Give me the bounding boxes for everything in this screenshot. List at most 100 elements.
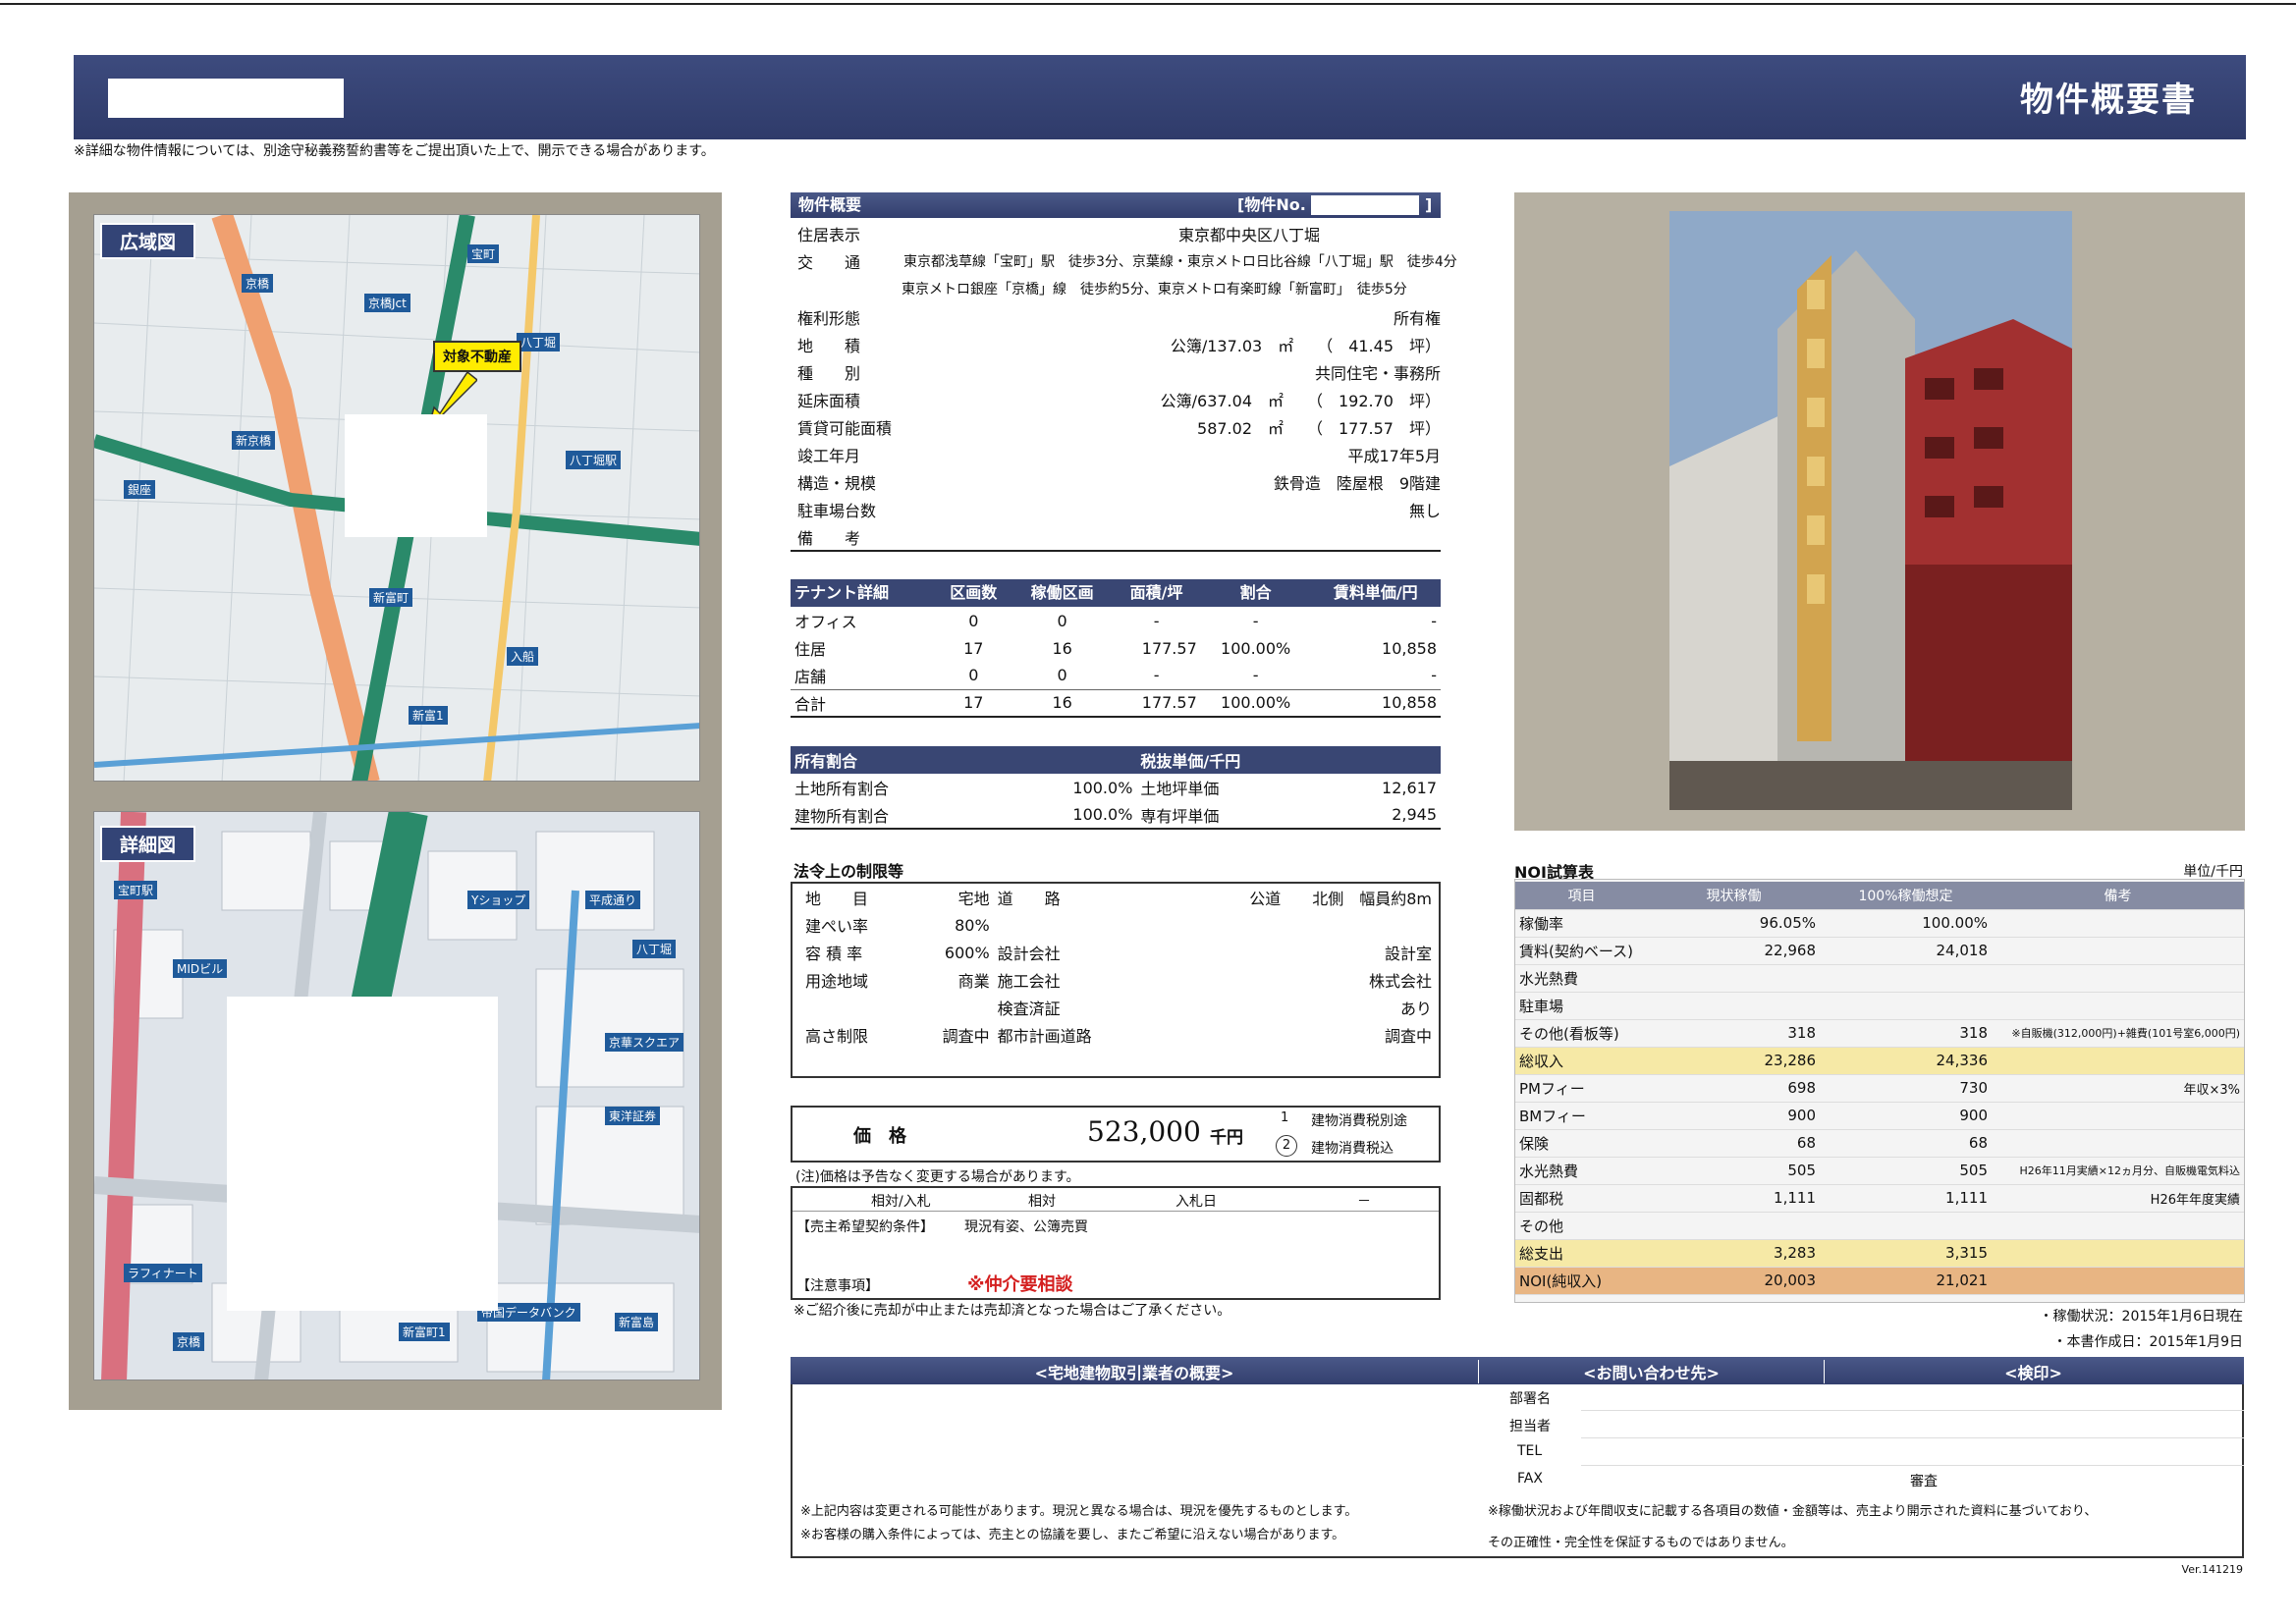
tenant-cell: 0 [968,611,979,630]
legal-cell: 施工会社 [997,972,1061,991]
legal-cell: 建ぺい率 [805,917,869,936]
noi-current: 505 [1648,1157,1820,1185]
table-row: 水光熱費 505 505 H26年11月実績×12ヵ月分、自販機電気料込 [1515,1157,2244,1185]
map-text: 宝町駅 [114,881,158,899]
noi-item: PMフィー [1515,1074,1648,1103]
noi-full: 505 [1820,1157,1992,1185]
noi-item: 稼働率 [1515,909,1648,938]
noi-full: 318 [1820,1019,1992,1048]
noi-current: 900 [1648,1102,1820,1130]
map-text: 八丁堀 [517,333,561,352]
divider [1581,1410,2244,1411]
tenant-cell: 177.57 [1141,693,1197,713]
map-text: 銀座 [124,480,156,499]
table-row: 建ぺい率 80% [797,911,1436,939]
table-row: 水光熱費 [1515,964,2244,993]
overview-value: 鉄骨造 陸屋根 9階建 [1273,474,1441,493]
legal-cell: 公道 北側 幅員約8m [1249,890,1432,908]
map-text: 八丁堀駅 [566,451,622,469]
table-row: PMフィー 698 730 年収×3% [1515,1074,2244,1103]
conditions-box: 相対/入札 相対 入札日 － 【売主希望契約条件】 現況有姿、公簿売買 【注意事… [791,1186,1441,1300]
noi-note: 年収×3% [1992,1074,2244,1103]
ownership-cell: 土地所有割合 [794,780,890,798]
target-property-label: 対象不動産 [433,341,521,372]
seal-heading: <検印> [1824,1360,2242,1383]
table-row: 店舗 0 0 - - - [791,662,1441,689]
noi-note [1992,1239,2244,1268]
tenant-cell: 100.00% [1221,638,1291,658]
noi-note [1992,937,2244,965]
legal-cell: 道 路 [997,890,1061,908]
noi-note: H26年年度実績 [1992,1184,2244,1213]
redacted-area [345,414,487,537]
noi-note [1992,1047,2244,1075]
bid-date-label: 入札日 [1175,1194,1217,1210]
map-text: 八丁堀 [632,940,677,958]
legal-cell: 600% [944,943,990,962]
legal-cell [994,911,1148,939]
tenant-cell: - [1153,666,1160,685]
tenant-cell: 合計 [794,694,827,714]
noi-item: BMフィー [1515,1102,1648,1130]
version-label: Ver.141219 [2181,1563,2243,1576]
bid-date-value: － [1357,1194,1371,1210]
option-number-circled: 2 [1276,1135,1297,1157]
noi-current [1648,992,1820,1020]
tenant-cell: 177.57 [1141,638,1197,658]
overview-header: 物件概要 [物件No. ] [791,192,1441,218]
contact-department-label: 部署名 [1509,1391,1551,1407]
tenant-cell: - [1431,611,1437,630]
tenant-cell: - [1252,611,1259,630]
divider [1581,1437,2244,1438]
map-text: 東洋証券 [605,1107,661,1125]
noi-current: 96.05% [1648,909,1820,938]
legal-cell: 用途地域 [805,972,869,991]
noi-full: 100.00% [1820,909,1992,938]
tenant-header: 区画数 [934,579,1012,607]
noi-item: 総支出 [1515,1239,1648,1268]
legal-table: 地 目 宅地 道 路 公道 北側 幅員約8m 建ぺい率 80% 容 積 率 60… [797,884,1436,1049]
legal-cell: 80% [955,915,990,935]
noi-note [1992,964,2244,993]
noi-item: その他 [1515,1212,1648,1240]
noi-full: 24,336 [1820,1047,1992,1075]
table-row: 保険 68 68 [1515,1129,2244,1158]
table-row: 固都税 1,111 1,111 H26年年度実績 [1515,1184,2244,1213]
overview-label: 地 積 [797,337,861,355]
contact-heading: <お問い合わせ先> [1478,1360,1824,1383]
overview-value: 平成17年5月 [1347,447,1441,465]
map-text: 京橋 [242,274,274,293]
caution-value: ※仲介要相談 [967,1274,1073,1295]
noi-full: 68 [1820,1129,1992,1158]
ownership-table: 所有割合 税抜単価/千円 土地所有割合 100.0% 土地坪単価 12,617 … [791,746,1441,830]
footer-header: <宅地建物取引業者の概要> <お問い合わせ先> <検印> [791,1357,2244,1384]
map-text: 新富1 [409,706,448,725]
table-row: 合計 17 16 177.57 100.00% 10,858 [791,689,1441,717]
tenant-cell: 0 [1057,666,1067,685]
table-row: 総収入 23,286 24,336 [1515,1047,2244,1075]
overview-label: 権利形態 [797,309,861,328]
noi-full: 3,315 [1820,1239,1992,1268]
conditions-note: ※ご紹介後に売却が中止または売却済となった場合はご了承ください。 [793,1303,1231,1319]
table-row: 稼働率 96.05% 100.00% [1515,909,2244,938]
unit-price-header: 税抜単価/千円 [1136,746,1441,774]
footer-note: ※上記内容は変更される可能性があります。現況と異なる場合は、現況を優先するものと… [800,1504,1358,1519]
tenant-cell: 16 [1052,693,1072,713]
overview-label: 住居表示 [797,226,861,244]
noi-full: 1,111 [1820,1184,1992,1213]
tenant-header: 賃料単価/円 [1310,579,1441,607]
tenant-cell: 店舗 [794,667,827,686]
overview-title: 物件概要 [798,195,862,214]
map-text: 京華スクエア [605,1033,684,1052]
map-text: 新富町 [369,588,413,607]
legal-title: 法令上の制限等 [793,862,904,881]
overview-value: 東京都中央区八丁堀 [1178,226,1321,244]
tenant-cell: 0 [1057,611,1067,630]
contact-person-label: 担当者 [1509,1419,1551,1434]
table-row: 地 目 宅地 道 路 公道 北側 幅員約8m [797,884,1436,911]
ownership-cell: 2,945 [1392,805,1437,824]
overview-value: 無し [1408,502,1441,520]
table-row: 建物所有割合 100.0% 専有坪単価 2,945 [791,801,1441,829]
noi-header-row: 項目 現状稼働 100%稼働想定 備考 [1515,882,2244,910]
legal-cell: 高さ制限 [805,1027,869,1046]
